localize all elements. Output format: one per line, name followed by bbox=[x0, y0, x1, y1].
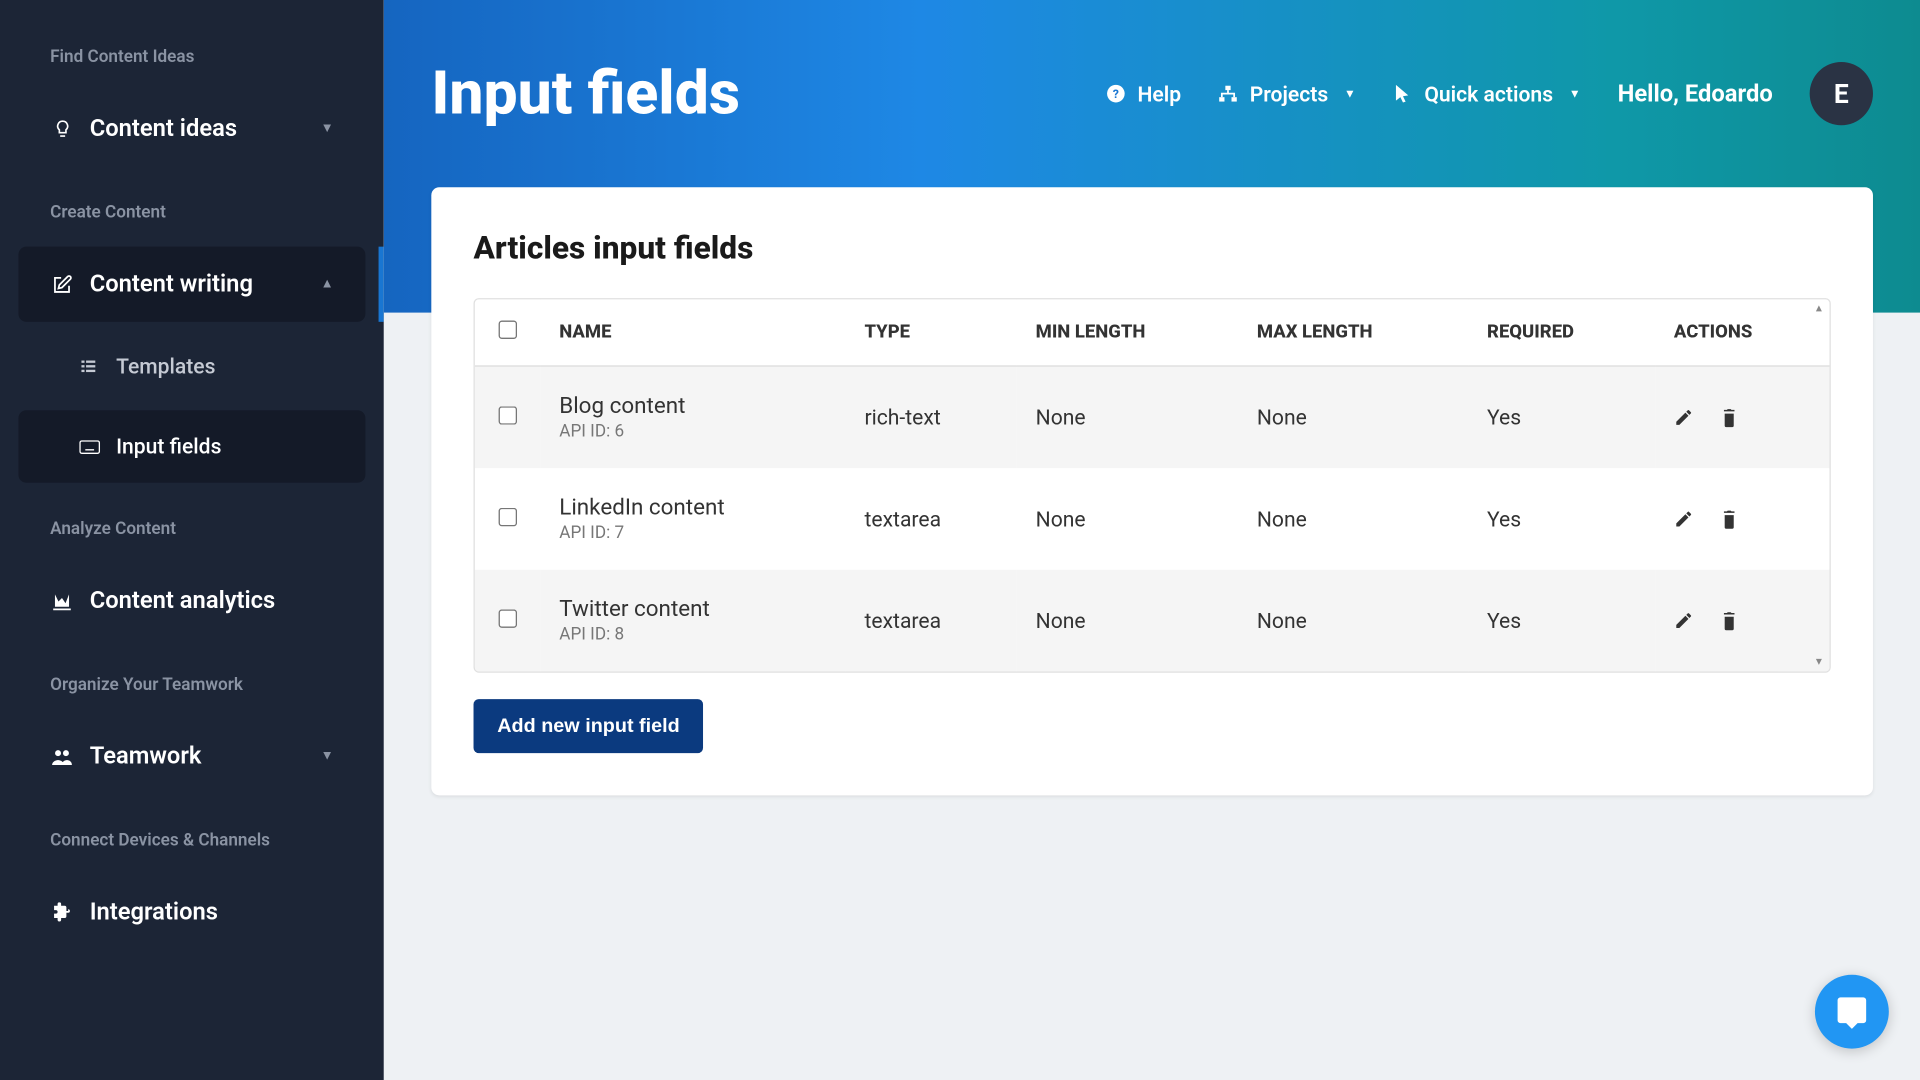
sub-item-input-fields[interactable]: Input fields bbox=[18, 410, 365, 483]
projects-button[interactable]: Projects ▼ bbox=[1218, 81, 1356, 106]
field-required: Yes bbox=[1469, 366, 1656, 468]
chart-icon bbox=[50, 592, 74, 610]
content-card: Articles input fields ▴ ▾ NAME TYPE MIN … bbox=[431, 187, 1873, 795]
help-button[interactable]: ? Help bbox=[1106, 81, 1181, 106]
field-api-id: API ID: 6 bbox=[559, 422, 827, 442]
users-icon bbox=[50, 747, 74, 765]
table-row: LinkedIn content API ID: 7 textarea None… bbox=[475, 468, 1830, 570]
keyboard-icon bbox=[79, 439, 103, 455]
svg-text:?: ? bbox=[1113, 88, 1119, 102]
avatar[interactable]: E bbox=[1810, 62, 1873, 125]
delete-button[interactable] bbox=[1720, 610, 1738, 631]
header-bar: Input fields ? Help Projects ▼ bbox=[384, 0, 1920, 187]
field-max-length: None bbox=[1238, 468, 1468, 570]
trash-icon bbox=[1720, 610, 1738, 631]
nav-teamwork[interactable]: Teamwork ▼ bbox=[18, 719, 365, 794]
cursor-icon bbox=[1393, 83, 1414, 104]
field-type: textarea bbox=[846, 468, 1017, 570]
col-name: NAME bbox=[541, 299, 846, 366]
field-max-length: None bbox=[1238, 366, 1468, 468]
header-actions: ? Help Projects ▼ Quick actions ▼ bbox=[1106, 62, 1873, 125]
field-min-length: None bbox=[1017, 570, 1238, 672]
pencil-icon bbox=[1674, 509, 1694, 529]
header-checkbox-cell bbox=[475, 299, 541, 366]
field-required: Yes bbox=[1469, 468, 1656, 570]
sub-item-templates[interactable]: Templates bbox=[18, 330, 365, 403]
puzzle-icon bbox=[50, 902, 74, 923]
help-icon: ? bbox=[1106, 83, 1127, 104]
page-title: Input fields bbox=[431, 58, 1105, 129]
col-max-length: MAX LENGTH bbox=[1238, 299, 1468, 366]
sitemap-icon bbox=[1218, 83, 1239, 104]
field-type: textarea bbox=[846, 570, 1017, 672]
delete-button[interactable] bbox=[1720, 508, 1738, 529]
nav-label: Teamwork bbox=[90, 743, 202, 771]
table-row: Twitter content API ID: 8 textarea None … bbox=[475, 570, 1830, 672]
field-min-length: None bbox=[1017, 468, 1238, 570]
edit-button[interactable] bbox=[1674, 509, 1694, 529]
col-min-length: MIN LENGTH bbox=[1017, 299, 1238, 366]
section-label-create: Create Content bbox=[0, 187, 384, 238]
sidebar: Find Content Ideas Content ideas ▼ Creat… bbox=[0, 0, 384, 1080]
edit-button[interactable] bbox=[1674, 408, 1694, 428]
section-label-connect: Connect Devices & Channels bbox=[0, 815, 384, 866]
chevron-down-icon: ▼ bbox=[1344, 86, 1356, 101]
table-row: Blog content API ID: 6 rich-text None No… bbox=[475, 366, 1830, 468]
section-label-find-ideas: Find Content Ideas bbox=[0, 32, 384, 83]
edit-icon bbox=[50, 274, 74, 295]
field-required: Yes bbox=[1469, 570, 1656, 672]
nav-label: Content analytics bbox=[90, 587, 276, 615]
row-checkbox[interactable] bbox=[499, 406, 517, 424]
chat-bubble-button[interactable] bbox=[1815, 975, 1889, 1049]
sub-item-label: Input fields bbox=[116, 434, 221, 459]
nav-content-ideas[interactable]: Content ideas ▼ bbox=[18, 91, 365, 166]
nav-content-writing[interactable]: Content writing ▲ bbox=[18, 247, 365, 322]
lightbulb-icon bbox=[50, 119, 74, 139]
pencil-icon bbox=[1674, 408, 1694, 428]
quick-actions-button[interactable]: Quick actions ▼ bbox=[1393, 81, 1581, 106]
nav-label: Integrations bbox=[90, 898, 218, 926]
sub-item-label: Templates bbox=[116, 353, 215, 378]
edit-button[interactable] bbox=[1674, 611, 1694, 631]
row-checkbox[interactable] bbox=[499, 609, 517, 627]
trash-icon bbox=[1720, 407, 1738, 428]
nav-label: Content ideas bbox=[90, 115, 237, 143]
section-label-organize: Organize Your Teamwork bbox=[0, 660, 384, 711]
field-name: Blog content bbox=[559, 393, 827, 419]
field-name: Twitter content bbox=[559, 596, 827, 622]
greeting: Hello, Edoardo bbox=[1618, 80, 1773, 108]
chevron-down-icon: ▼ bbox=[321, 121, 334, 136]
field-api-id: API ID: 7 bbox=[559, 524, 827, 544]
card-title: Articles input fields bbox=[474, 230, 1831, 267]
add-input-field-button[interactable]: Add new input field bbox=[474, 699, 704, 753]
field-max-length: None bbox=[1238, 570, 1468, 672]
field-name: LinkedIn content bbox=[559, 495, 827, 521]
nav-label: Content writing bbox=[90, 270, 253, 298]
section-label-analyze: Analyze Content bbox=[0, 504, 384, 555]
col-actions: ACTIONS bbox=[1655, 299, 1829, 366]
table-wrapper[interactable]: ▴ ▾ NAME TYPE MIN LENGTH MAX LENGTH REQU… bbox=[474, 298, 1831, 673]
main-area: Input fields ? Help Projects ▼ bbox=[384, 0, 1920, 1080]
field-min-length: None bbox=[1017, 366, 1238, 468]
chevron-down-icon: ▼ bbox=[1569, 86, 1581, 101]
pencil-icon bbox=[1674, 611, 1694, 631]
trash-icon bbox=[1720, 508, 1738, 529]
field-api-id: API ID: 8 bbox=[559, 625, 827, 645]
delete-button[interactable] bbox=[1720, 407, 1738, 428]
list-icon bbox=[79, 357, 103, 375]
nav-integrations[interactable]: Integrations bbox=[18, 874, 365, 949]
col-required: REQUIRED bbox=[1469, 299, 1656, 366]
chevron-up-icon: ▲ bbox=[321, 277, 334, 292]
nav-content-analytics[interactable]: Content analytics bbox=[18, 563, 365, 638]
field-type: rich-text bbox=[846, 366, 1017, 468]
chevron-down-icon: ▼ bbox=[321, 749, 334, 764]
chat-icon bbox=[1835, 995, 1869, 1029]
select-all-checkbox[interactable] bbox=[499, 321, 517, 339]
row-checkbox[interactable] bbox=[499, 508, 517, 526]
input-fields-table: NAME TYPE MIN LENGTH MAX LENGTH REQUIRED… bbox=[475, 299, 1830, 671]
col-type: TYPE bbox=[846, 299, 1017, 366]
